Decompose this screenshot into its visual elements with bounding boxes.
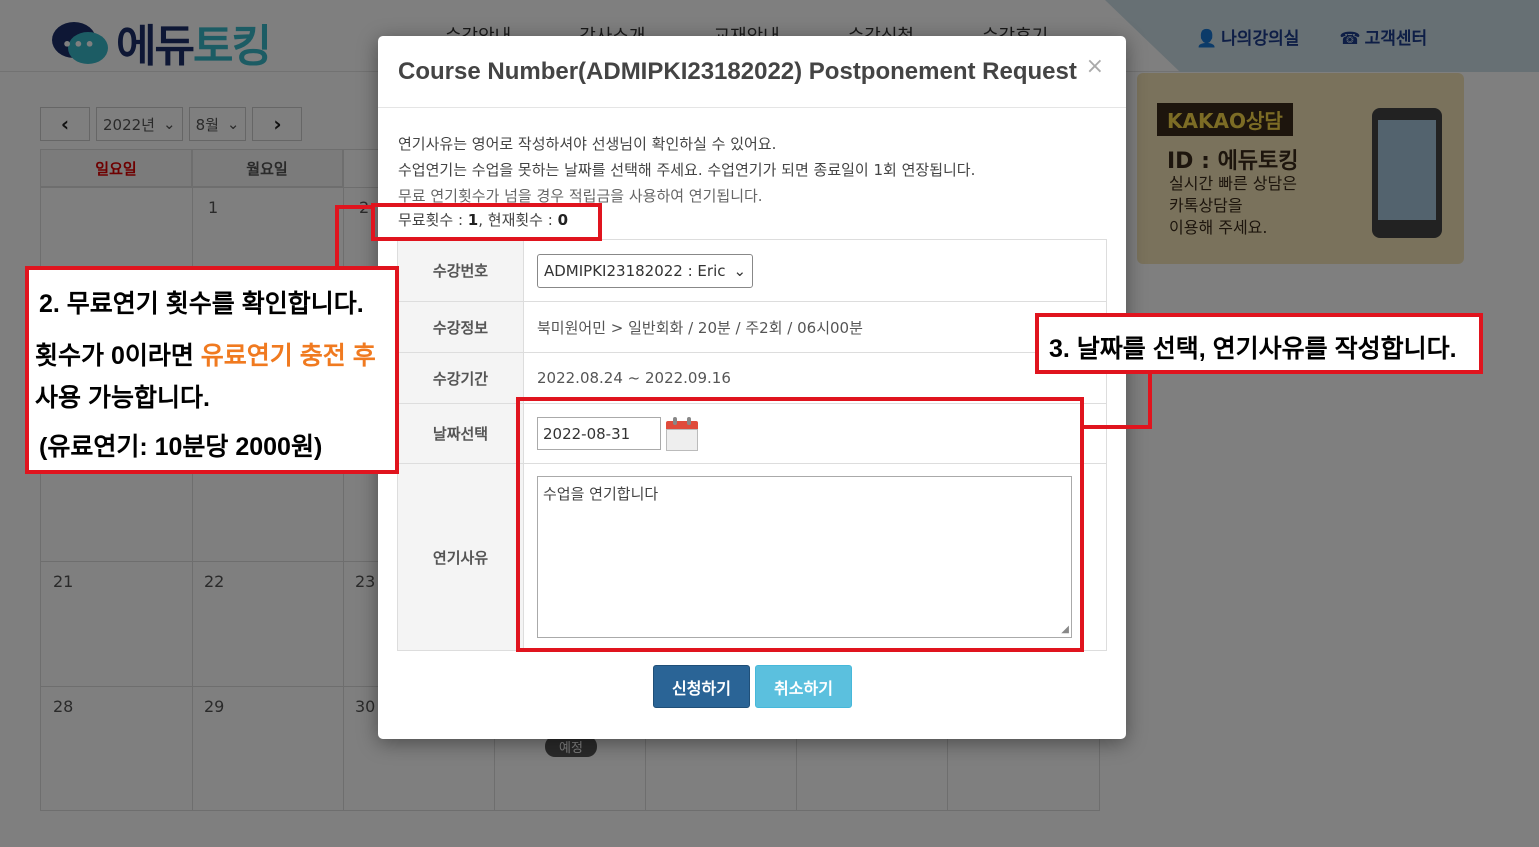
highlight-counts (371, 203, 602, 241)
chevron-down-icon: ⌄ (733, 261, 747, 280)
step2-line1: 횟수가 0이라면 유료연기 충전 후 (35, 342, 376, 370)
step2-line2: 사용 가능합니다. (35, 384, 210, 412)
row-label: 수강번호 (398, 240, 524, 301)
form-row-course-no: 수강번호 ADMIPKI23182022 : Eric ⌄ (398, 240, 1106, 302)
course-info-value: 북미원어민 > 일반회화 / 20분 / 주2회 / 06시00분 (537, 318, 863, 337)
step2-line3: (유료연기: 10분당 2000원) (39, 433, 323, 461)
course-number-select[interactable]: ADMIPKI23182022 : Eric ⌄ (537, 253, 754, 288)
submit-button[interactable]: 신청하기 (653, 665, 750, 708)
form-row-course-info: 수강정보 북미원어민 > 일반회화 / 20분 / 주2회 / 06시00분 (398, 302, 1106, 353)
connector-line (1082, 425, 1152, 429)
step2-callout: 2. 무료연기 횟수를 확인합니다. 횟수가 0이라면 유료연기 충전 후 사용… (25, 266, 399, 474)
close-icon[interactable]: × (1086, 54, 1104, 79)
step3-callout: 3. 날짜를 선택, 연기사유를 작성합니다. (1035, 313, 1483, 374)
row-label: 연기사유 (398, 464, 524, 650)
row-label: 수강기간 (398, 353, 524, 403)
modal-header: Course Number(ADMIPKI23182022) Postponem… (378, 36, 1126, 108)
modal-title: Course Number(ADMIPKI23182022) Postponem… (398, 58, 1077, 85)
highlight-date-reason (516, 397, 1084, 652)
cancel-button[interactable]: 취소하기 (755, 665, 852, 708)
modal-actions: 신청하기 취소하기 (653, 665, 852, 708)
step3-title: 3. 날짜를 선택, 연기사유를 작성합니다. (1049, 335, 1457, 363)
row-label: 날짜선택 (398, 404, 524, 463)
row-label: 수강정보 (398, 302, 524, 352)
connector-line (335, 205, 373, 209)
connector-line (1148, 372, 1152, 429)
period-value: 2022.08.24 ~ 2022.09.16 (537, 369, 731, 387)
connector-line (335, 205, 339, 269)
notice-text: 연기사유는 영어로 작성하셔야 선생님이 확인하실 수 있어요. 수업연기는 수… (398, 135, 976, 205)
step2-title: 2. 무료연기 횟수를 확인합니다. (39, 290, 364, 318)
